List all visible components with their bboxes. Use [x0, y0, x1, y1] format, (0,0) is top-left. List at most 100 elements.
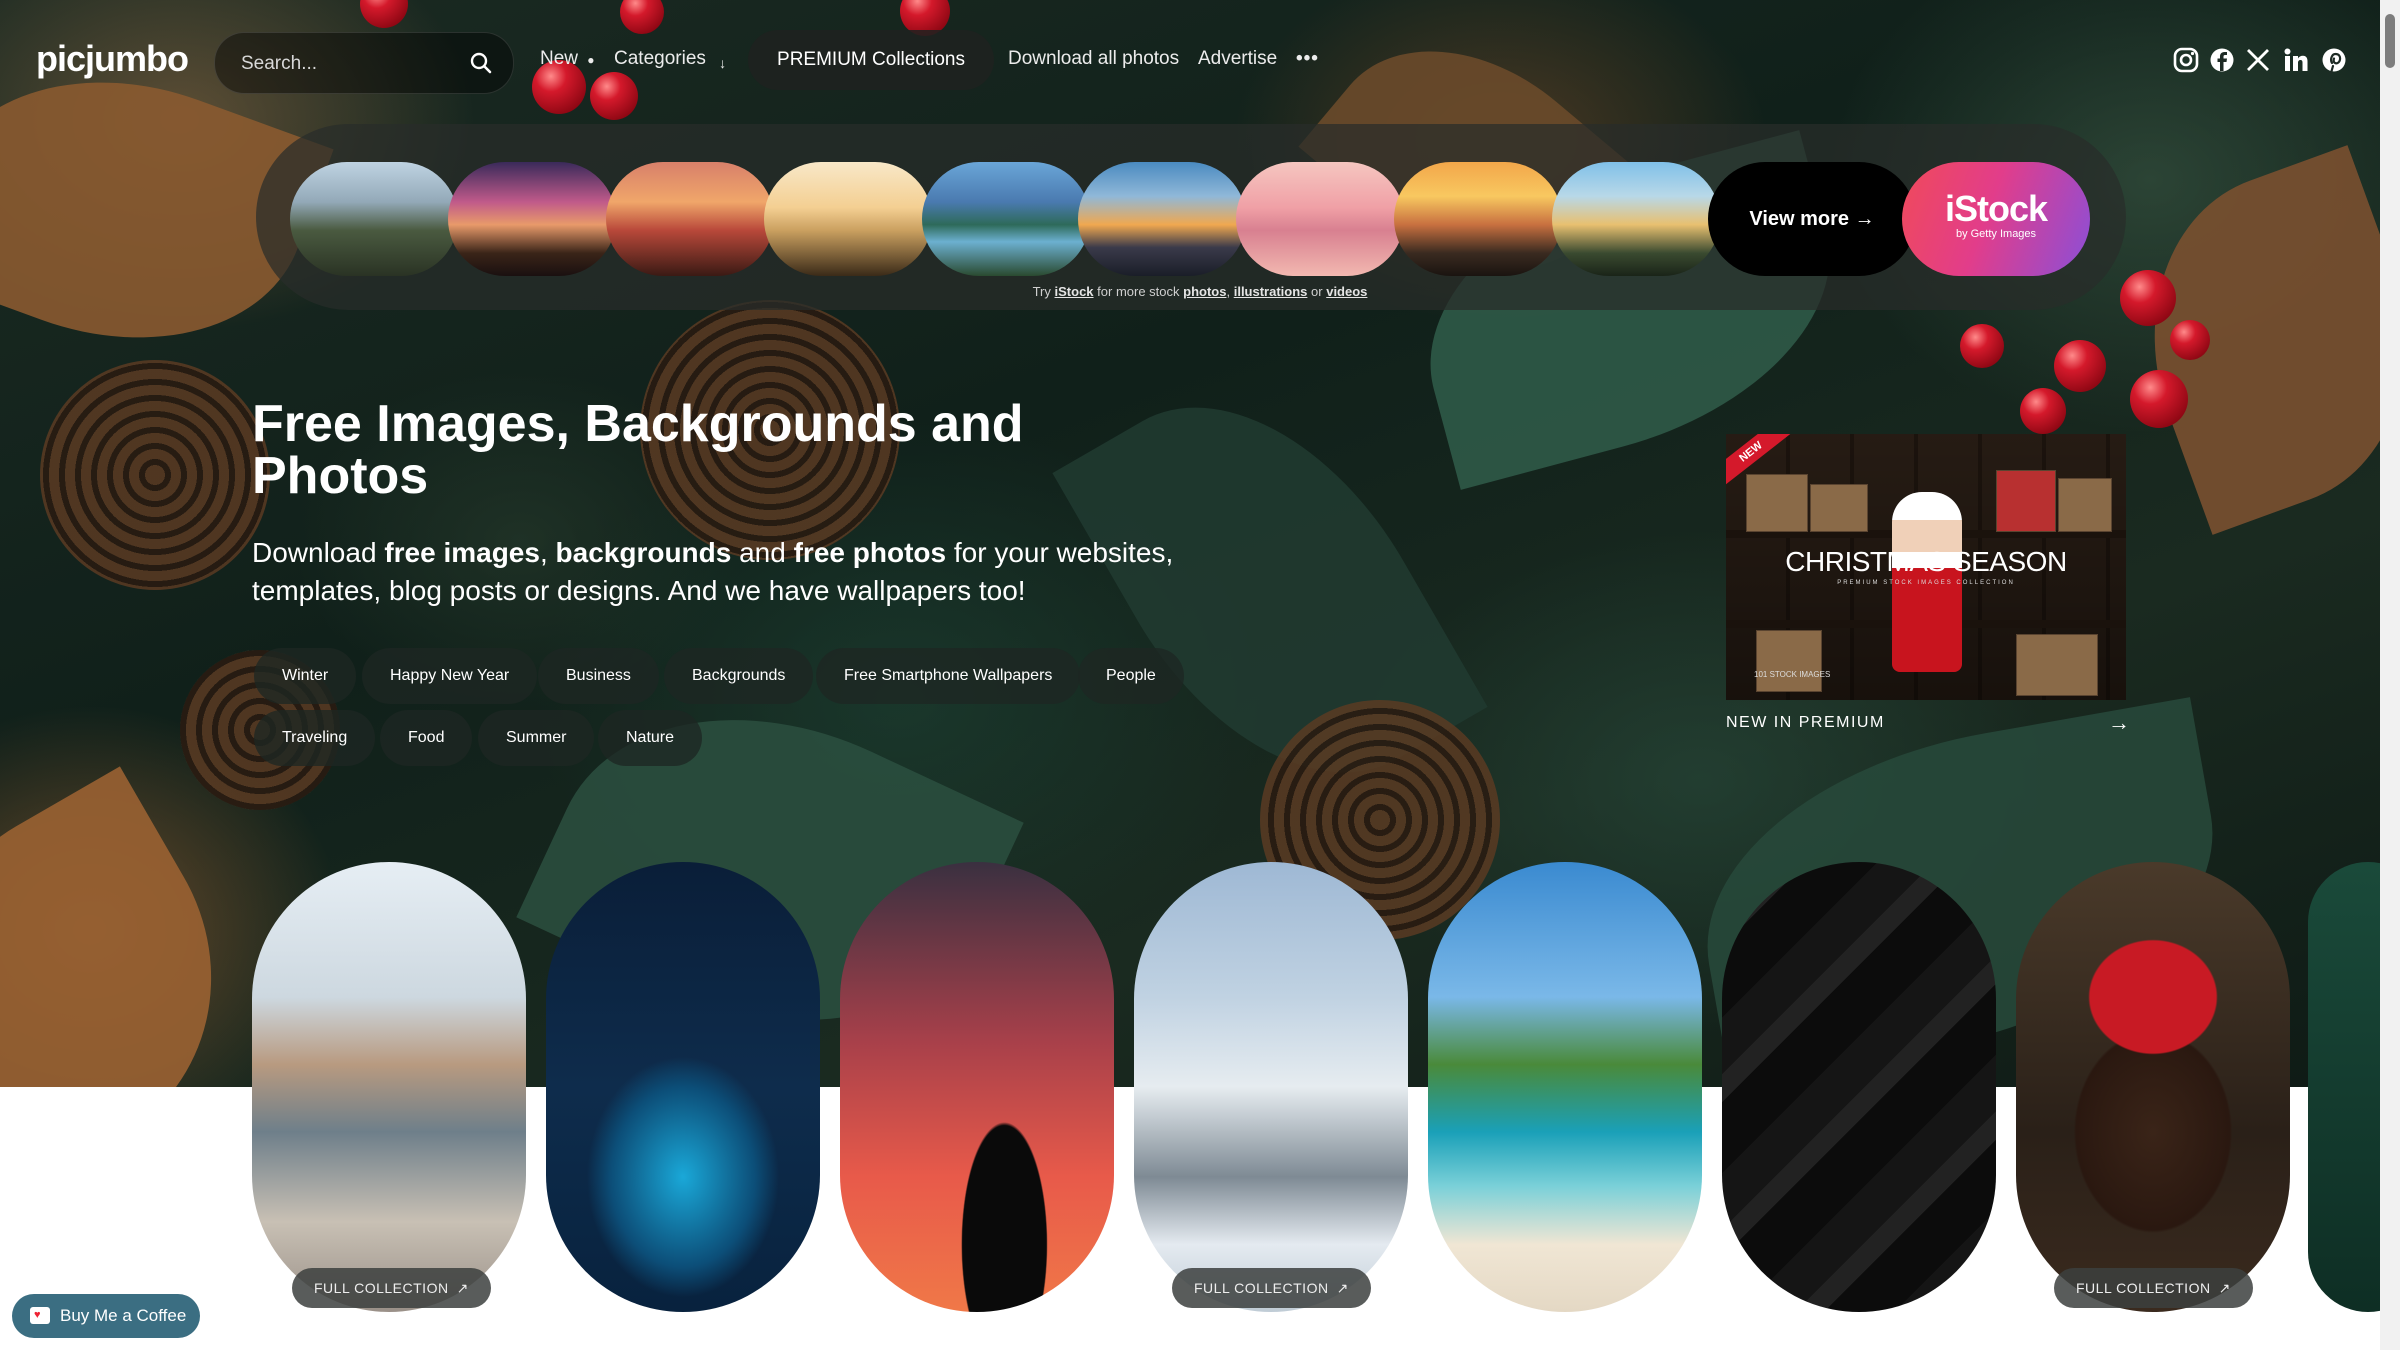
search-input[interactable] — [239, 33, 463, 95]
nav-categories-label: Categories — [614, 48, 706, 69]
photo-card[interactable] — [546, 862, 820, 1312]
nav-new-label: New — [540, 48, 579, 69]
nav-new-link[interactable]: New ● — [540, 48, 595, 70]
scrollbar-thumb[interactable] — [2385, 14, 2395, 68]
facebook-icon[interactable] — [2208, 46, 2236, 74]
page-title: Free Images, Backgrounds and Photos — [252, 395, 1024, 505]
external-link-icon: ↗ — [456, 1280, 469, 1296]
stock-thumbnail[interactable] — [922, 162, 1090, 276]
full-collection-label: FULL COLLECTION — [2076, 1280, 2211, 1296]
caption-text: Try — [1032, 284, 1051, 299]
full-collection-label: FULL COLLECTION — [1194, 1280, 1329, 1296]
box-decoration — [2016, 634, 2098, 696]
photo-card[interactable] — [1722, 862, 1996, 1312]
photo-card[interactable] — [1134, 862, 1408, 1312]
tag-happy-new-year[interactable]: Happy New Year — [362, 648, 538, 704]
istock-link[interactable]: iStock — [1055, 284, 1094, 299]
photo-card[interactable] — [1428, 862, 1702, 1312]
tag-business[interactable]: Business — [538, 648, 659, 704]
site-logo[interactable]: picjumbo — [36, 38, 189, 80]
box-decoration — [1996, 470, 2056, 532]
heart-icon: ♥ — [34, 1309, 41, 1321]
berry-decoration — [2020, 388, 2066, 434]
berry-decoration — [2170, 320, 2210, 360]
stock-thumbnail[interactable] — [448, 162, 616, 276]
more-menu-icon[interactable]: ••• — [1296, 48, 1319, 70]
photo-card[interactable] — [2016, 862, 2290, 1312]
berry-decoration — [1960, 324, 2004, 368]
desc-bold: free photos — [793, 537, 947, 568]
illustrations-link[interactable]: illustrations — [1234, 284, 1308, 299]
istock-banner[interactable]: iStock by Getty Images — [1902, 162, 2090, 276]
tag-food[interactable]: Food — [380, 710, 473, 766]
caption-text: or — [1311, 284, 1323, 299]
desc-text: Download — [252, 537, 385, 568]
berry-decoration — [2130, 370, 2188, 428]
nav-categories-link[interactable]: Categories ↓ — [614, 48, 727, 71]
pinecone-decoration — [40, 360, 270, 590]
stock-thumbnail[interactable] — [606, 162, 774, 276]
advertise-link[interactable]: Advertise — [1198, 48, 1277, 70]
tag-smartphone-wallpapers[interactable]: Free Smartphone Wallpapers — [816, 648, 1081, 704]
chevron-down-icon: ↓ — [719, 55, 727, 71]
promo-subtitle: PREMIUM STOCK IMAGES COLLECTION — [1837, 580, 2015, 586]
premium-collections-button[interactable]: PREMIUM Collections — [748, 30, 994, 90]
hero-description: Download free images, backgrounds and fr… — [252, 534, 1192, 610]
new-in-premium-link[interactable]: NEW IN PREMIUM — [1726, 714, 1885, 732]
desc-bold: free images — [384, 537, 540, 568]
videos-link[interactable]: videos — [1326, 284, 1367, 299]
tag-backgrounds[interactable]: Backgrounds — [664, 648, 814, 704]
caption-text: , — [1226, 284, 1231, 299]
new-dot-icon: ● — [587, 53, 595, 67]
tag-summer[interactable]: Summer — [478, 710, 595, 766]
istock-tagline: by Getty Images — [1955, 228, 2037, 240]
external-link-icon: ↗ — [2218, 1280, 2231, 1296]
box-decoration — [2058, 478, 2112, 532]
promo-title: CHRISTMAS SEASON — [1785, 546, 2067, 577]
buy-me-a-coffee-button[interactable]: ♥ Buy Me a Coffee — [12, 1294, 200, 1338]
download-all-photos-link[interactable]: Download all photos — [1008, 48, 1179, 70]
instagram-icon[interactable] — [2172, 46, 2200, 74]
scrollbar[interactable] — [2380, 0, 2400, 1350]
caption-text: for more stock — [1097, 284, 1180, 299]
linkedin-icon[interactable] — [2282, 46, 2310, 74]
tag-people[interactable]: People — [1078, 648, 1184, 704]
x-icon[interactable] — [2244, 46, 2272, 74]
tag-winter[interactable]: Winter — [254, 648, 357, 704]
full-collection-label: FULL COLLECTION — [314, 1280, 449, 1296]
search-icon[interactable] — [469, 51, 493, 75]
full-collection-button[interactable]: FULL COLLECTION ↗ — [292, 1268, 491, 1308]
box-decoration — [1810, 484, 1868, 532]
leaf-decoration — [0, 766, 280, 1087]
stock-thumbnail[interactable] — [1078, 162, 1246, 276]
stock-thumbnail[interactable] — [1236, 162, 1404, 276]
tag-nature[interactable]: Nature — [598, 710, 703, 766]
full-collection-button[interactable]: FULL COLLECTION ↗ — [1172, 1268, 1371, 1308]
desc-bold: backgrounds — [555, 537, 732, 568]
buy-me-a-coffee-label: Buy Me a Coffee — [60, 1306, 187, 1325]
view-more-button[interactable]: View more → — [1708, 162, 1916, 276]
tag-traveling[interactable]: Traveling — [254, 710, 376, 766]
search-box[interactable] — [214, 32, 514, 95]
berry-decoration — [2054, 340, 2106, 392]
top-navigation: picjumbo New ● Categories ↓ PREMIUM Coll… — [0, 0, 2380, 124]
desc-text: and — [731, 537, 794, 568]
leaf-decoration — [2103, 145, 2400, 535]
photo-card[interactable] — [840, 862, 1114, 1312]
photos-link[interactable]: photos — [1183, 284, 1226, 299]
istock-caption: Try iStock for more stock photos, illust… — [0, 284, 2400, 299]
stock-thumbnail[interactable] — [1552, 162, 1720, 276]
premium-promo-image[interactable]: NEW CHRISTMAS SEASON PREMIUM STOCK IMAGE… — [1726, 434, 2126, 700]
stock-thumbnail[interactable] — [1394, 162, 1562, 276]
arrow-right-icon[interactable]: → — [2108, 710, 2130, 736]
box-decoration — [1746, 474, 1808, 532]
photo-card[interactable] — [252, 862, 526, 1312]
desc-text: , — [539, 537, 556, 568]
istock-logo-text: iStock — [1944, 188, 2048, 229]
stock-thumbnail[interactable] — [764, 162, 932, 276]
pinterest-icon[interactable] — [2320, 46, 2348, 74]
stock-thumbnail[interactable] — [290, 162, 458, 276]
full-collection-button[interactable]: FULL COLLECTION ↗ — [2054, 1268, 2253, 1308]
promo-count: 101 STOCK IMAGES — [1754, 670, 1831, 679]
box-decoration — [1756, 630, 1822, 692]
